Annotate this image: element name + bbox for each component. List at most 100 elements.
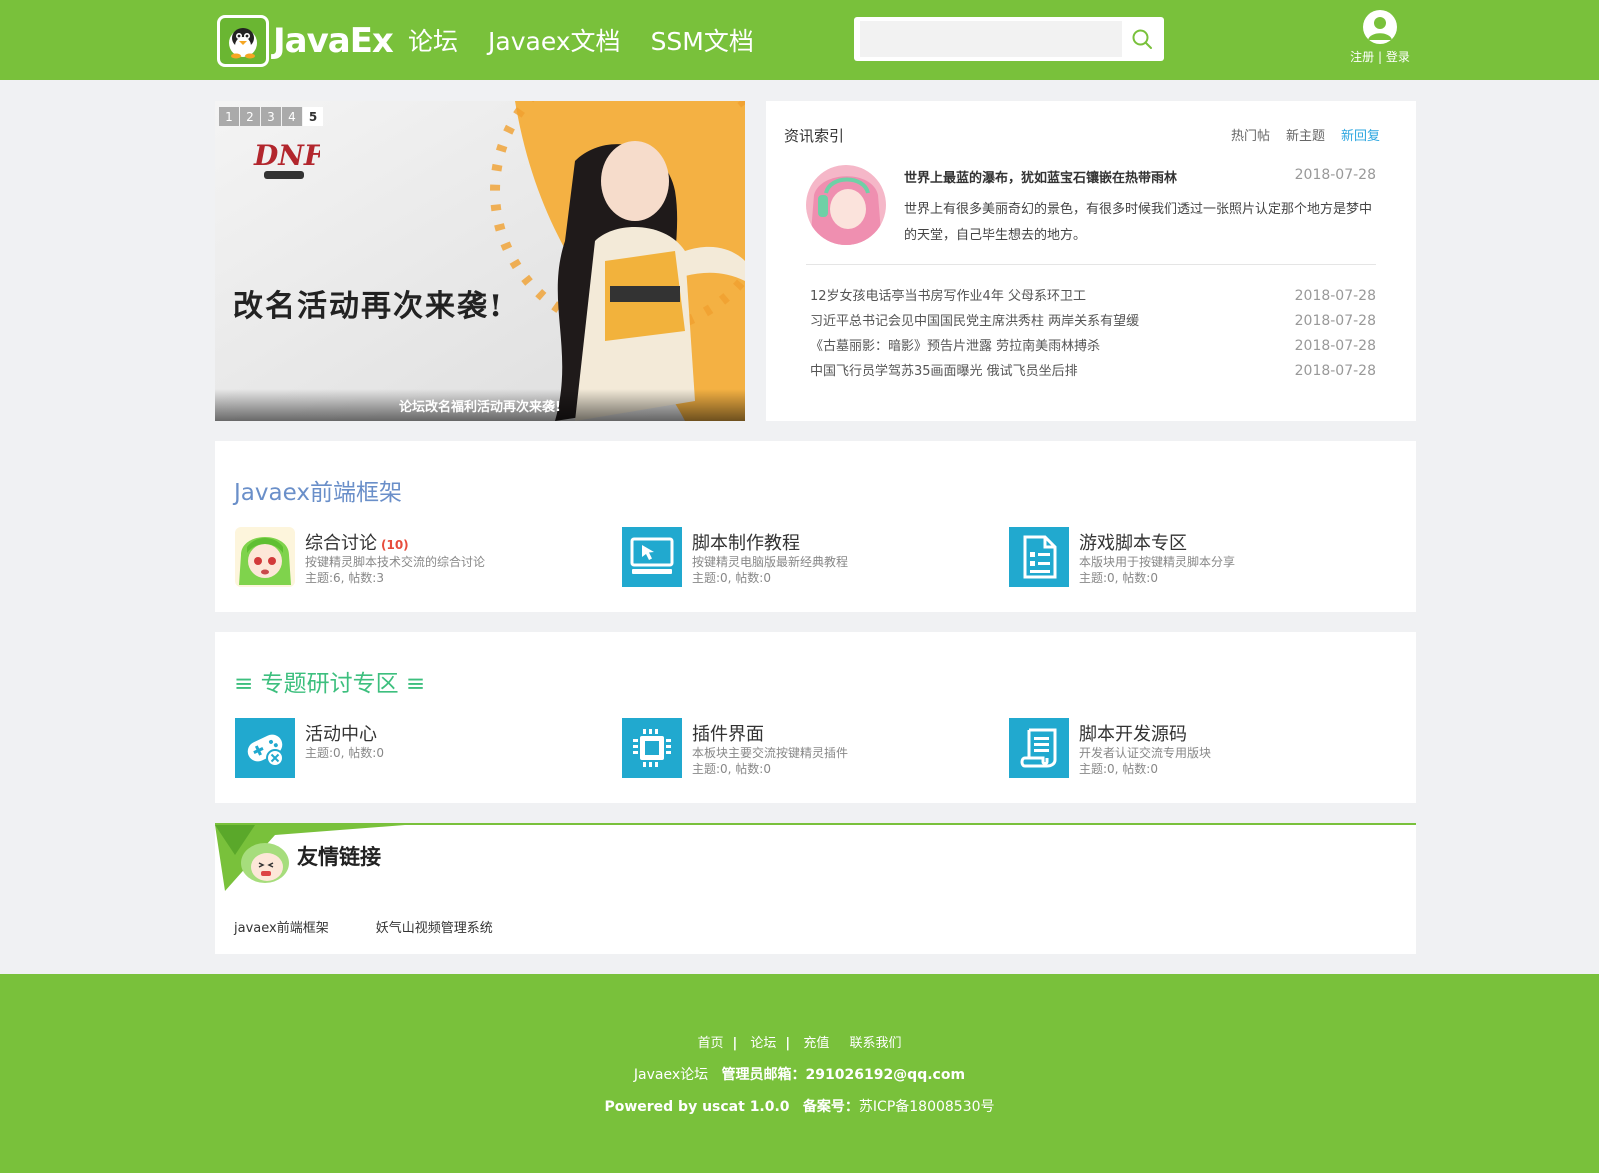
friend-links-panel: 友情链接 javaex前端框架 妖气山视频管理系统 <box>215 823 1416 954</box>
logo-text: JavaEx <box>273 21 394 61</box>
board-title[interactable]: 插件界面 <box>692 720 764 746</box>
login-link[interactable]: 登录 <box>1386 50 1410 64</box>
tab-new-topics[interactable]: 新主题 <box>1286 125 1325 144</box>
auth-links: 注册 | 登录 <box>1345 48 1415 65</box>
search-icon[interactable] <box>1130 27 1154 51</box>
user-avatar-icon[interactable] <box>1363 10 1397 44</box>
news-index-panel: 资讯索引 热门帖 新主题 新回复 世界上最蓝的瀑布，犹如蓝宝石镶嵌在热带雨林 2… <box>766 101 1416 421</box>
board-description: 本板块主要交流按键精灵插件 <box>692 746 849 760</box>
carousel-page-1[interactable]: 1 <box>219 107 239 126</box>
site-logo[interactable]: JavaEx <box>217 15 394 67</box>
news-item-title[interactable]: 12岁女孩电话亭当书房写作业4年 父母系环卫工 <box>810 284 1086 309</box>
nav-ssm-docs[interactable]: SSM文档 <box>651 22 754 58</box>
penguin-logo-icon <box>217 15 269 67</box>
board-title[interactable]: 脚本开发源码 <box>1079 720 1187 746</box>
board-game-scripts[interactable]: 游戏脚本专区 本版块用于按键精灵脚本分享 主题:0, 帖数:0 <box>1009 527 1369 589</box>
svg-text:DNF: DNF <box>253 139 320 172</box>
footer-email[interactable]: 291026192@qq.com <box>806 1067 966 1083</box>
list-item[interactable]: 《古墓丽影：暗影》预告片泄露 劳拉南美雨林搏杀 2018-07-28 <box>810 334 1376 359</box>
footer-nav: 首页 | 论坛 | 充值 联系我们 <box>0 1032 1599 1051</box>
friend-links-list: javaex前端框架 妖气山视频管理系统 <box>234 917 540 936</box>
board-description: 本版块用于按键精灵脚本分享 <box>1079 555 1236 569</box>
board-description: 按键精灵脚本技术交流的综合讨论 <box>305 555 486 569</box>
banner-carousel[interactable]: DNF 1 2 3 4 5 改名活动再次来袭! 论坛改名福利活动再次来袭! <box>215 101 745 421</box>
dnf-logo-icon: DNF <box>253 139 320 179</box>
footer-link-home[interactable]: 首页 <box>698 1036 724 1051</box>
carousel-page-2[interactable]: 2 <box>240 107 260 126</box>
news-tabs: 热门帖 新主题 新回复 <box>1215 125 1380 144</box>
footer-email-label: 管理员邮箱： <box>721 1067 806 1083</box>
search-input[interactable] <box>860 21 1122 57</box>
board-script-source[interactable]: 脚本开发源码 开发者认证交流专用版块 主题:0, 帖数:0 <box>1009 718 1369 780</box>
news-item-date: 2018-07-28 <box>1294 288 1376 304</box>
nav-forum[interactable]: 论坛 <box>408 22 458 58</box>
main-nav: 论坛 Javaex文档 SSM文档 <box>408 22 784 58</box>
footer-link-forum[interactable]: 论坛 <box>750 1036 776 1051</box>
section-title: Javaex前端框架 <box>234 480 402 506</box>
section-special-topics: ≡ 专题研讨专区 ≡ 活动中心 主题:0, 帖数:0 插件界面 本板块主要交流按… <box>215 632 1416 803</box>
board-title[interactable]: 游戏脚本专区 <box>1079 529 1187 555</box>
carousel-page-4[interactable]: 4 <box>282 107 302 126</box>
board-events-center[interactable]: 活动中心 主题:0, 帖数:0 <box>235 718 595 780</box>
footer-icp-label: 备案号： <box>802 1099 859 1115</box>
nav-javaex-docs[interactable]: Javaex文档 <box>488 22 621 58</box>
board-stats: 主题:0, 帖数:0 <box>692 762 771 776</box>
news-panel-title: 资讯索引 <box>784 127 845 145</box>
news-item-title[interactable]: 《古墓丽影：暗影》预告片泄露 劳拉南美雨林搏杀 <box>810 334 1100 359</box>
featured-news-date: 2018-07-28 <box>1294 167 1376 183</box>
list-item[interactable]: 习近平总书记会见中国国民党主席洪秀柱 两岸关系有望缓 2018-07-28 <box>810 309 1376 334</box>
footer-icp-number[interactable]: 苏ICP备18008530号 <box>859 1099 995 1115</box>
board-plugin-ui[interactable]: 插件界面 本板块主要交流按键精灵插件 主题:0, 帖数:0 <box>622 718 982 780</box>
tab-hot-posts[interactable]: 热门帖 <box>1231 125 1270 144</box>
carousel-pager: 1 2 3 4 5 <box>219 107 324 126</box>
board-title[interactable]: 活动中心 <box>305 720 377 746</box>
news-item-title[interactable]: 习近平总书记会见中国国民党主席洪秀柱 两岸关系有望缓 <box>810 309 1139 334</box>
computer-icon <box>622 527 682 587</box>
footer-link-contact[interactable]: 联系我们 <box>849 1036 901 1051</box>
banner-caption[interactable]: 论坛改名福利活动再次来袭! <box>215 389 745 421</box>
board-title: 综合讨论 (10) <box>305 533 409 554</box>
site-footer: 首页 | 论坛 | 充值 联系我们 Javaex论坛 管理员邮箱：291026192… <box>0 974 1599 1173</box>
footer-separator: | <box>732 1036 738 1051</box>
anime-girl-icon <box>235 527 295 587</box>
news-item-title[interactable]: 中国飞行员学驾苏35画面曝光 俄试飞员坐后排 <box>810 359 1078 384</box>
featured-news-thumbnail[interactable] <box>806 165 886 245</box>
board-stats: 主题:0, 帖数:0 <box>692 571 771 585</box>
register-link[interactable]: 注册 <box>1350 50 1374 64</box>
section-javaex-framework: Javaex前端框架 综合讨论 (10) 按键精灵脚本技术交流的综合讨论 主题:6… <box>215 441 1416 612</box>
footer-separator: | <box>785 1036 791 1051</box>
news-list: 12岁女孩电话亭当书房写作业4年 父母系环卫工 2018-07-28 习近平总书记… <box>810 284 1376 384</box>
footer-powered-line: Powered by uscat 1.0.0 备案号：苏ICP备18008530… <box>0 1096 1599 1116</box>
friend-links-title: 友情链接 <box>297 845 381 869</box>
news-item-date: 2018-07-28 <box>1294 313 1376 329</box>
board-stats: 主题:0, 帖数:0 <box>305 746 384 760</box>
list-item[interactable]: 中国飞行员学驾苏35画面曝光 俄试飞员坐后排 2018-07-28 <box>810 359 1376 384</box>
board-stats: 主题:6, 帖数:3 <box>305 571 384 585</box>
carousel-page-3[interactable]: 3 <box>261 107 281 126</box>
gamepad-icon <box>235 718 295 778</box>
tab-new-replies[interactable]: 新回复 <box>1341 125 1380 144</box>
list-item[interactable]: 12岁女孩电话亭当书房写作业4年 父母系环卫工 2018-07-28 <box>810 284 1376 309</box>
footer-link-recharge[interactable]: 充值 <box>803 1036 829 1051</box>
section-title: ≡ 专题研讨专区 ≡ <box>234 671 426 697</box>
search-box <box>854 17 1164 61</box>
news-item-date: 2018-07-28 <box>1294 363 1376 379</box>
board-general-discussion[interactable]: 综合讨论 (10) 按键精灵脚本技术交流的综合讨论 主题:6, 帖数:3 <box>235 527 595 589</box>
friend-link-javaex[interactable]: javaex前端框架 <box>234 917 329 936</box>
chip-icon <box>622 718 682 778</box>
featured-news: 世界上最蓝的瀑布，犹如蓝宝石镶嵌在热带雨林 2018-07-28 世界上有很多美… <box>806 165 1376 265</box>
board-stats: 主题:0, 帖数:0 <box>1079 762 1158 776</box>
footer-site-name: Javaex论坛 <box>633 1067 709 1083</box>
carousel-page-5[interactable]: 5 <box>303 107 323 126</box>
banner-image-title: 改名活动再次来袭! <box>233 289 505 324</box>
board-script-tutorials[interactable]: 脚本制作教程 按键精灵电脑版最新经典教程 主题:0, 帖数:0 <box>622 527 982 589</box>
board-description: 开发者认证交流专用版块 <box>1079 746 1212 760</box>
friend-link-yaoqishan[interactable]: 妖气山视频管理系统 <box>376 917 493 936</box>
footer-powered-by: Powered by uscat 1.0.0 <box>604 1099 790 1115</box>
auth-separator: | <box>1377 50 1383 64</box>
user-area: 注册 | 登录 <box>1345 10 1415 65</box>
featured-news-headline[interactable]: 世界上最蓝的瀑布，犹如蓝宝石镶嵌在热带雨林 <box>904 167 1177 186</box>
scroll-icon <box>1009 718 1069 778</box>
featured-news-summary: 世界上有很多美丽奇幻的景色，有很多时候我们透过一张照片认定那个地方是梦中的天堂，… <box>904 202 1373 243</box>
board-title[interactable]: 脚本制作教程 <box>692 529 800 555</box>
